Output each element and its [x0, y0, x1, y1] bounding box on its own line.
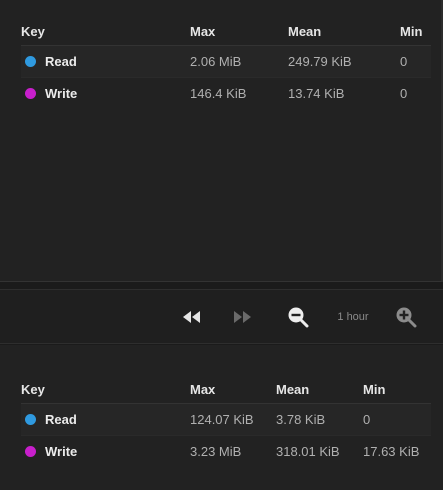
bottom-graph-panel: Key Max Mean Min Read 124.07 KiB 3.78 Ki… [0, 345, 443, 490]
mean-value: 3.78 KiB [276, 403, 363, 436]
min-value: 0 [400, 86, 408, 101]
read-color-dot [25, 56, 36, 67]
mean-value: 249.79 KiB [288, 45, 400, 78]
zoom-level-label: 1 hour [337, 311, 369, 323]
read-color-dot [25, 414, 36, 425]
zoom-in-button[interactable] [393, 304, 419, 330]
max-value: 146.4 KiB [190, 86, 247, 101]
legend-row-write[interactable]: Write 146.4 KiB 13.74 KiB 0 [21, 78, 431, 110]
legend-row-read[interactable]: Read 124.07 KiB 3.78 KiB 0 [21, 403, 431, 436]
legend-key-cell: Write [21, 78, 190, 110]
key-column-header[interactable]: Key [21, 17, 190, 46]
legend-key-label: Write [45, 86, 78, 101]
legend-row-write[interactable]: Write 3.23 MiB 318.01 KiB 17.63 KiB [21, 436, 431, 468]
write-color-dot [25, 446, 36, 457]
fast-forward-icon [234, 311, 251, 323]
rewind-button[interactable] [178, 304, 206, 330]
bottom-legend-table: Key Max Mean Min Read 124.07 KiB 3.78 Ki… [21, 375, 431, 467]
legend-key-label: Write [45, 444, 78, 459]
key-column-header[interactable]: Key [21, 375, 190, 404]
legend-key-label: Read [45, 54, 77, 69]
time-navigation-toolbar: 1 hour [0, 289, 443, 344]
min-value: 17.63 KiB [363, 444, 420, 459]
write-color-dot [25, 88, 36, 99]
zoom-out-icon [288, 307, 309, 328]
top-legend-table: Key Max Mean Min Read 2.06 MiB 249.79 Ki… [21, 17, 431, 109]
legend-key-cell: Read [21, 403, 190, 436]
legend-header-row: Key Max Mean Min [21, 17, 431, 46]
legend-row-read[interactable]: Read 2.06 MiB 249.79 KiB 0 [21, 45, 431, 78]
mean-value: 318.01 KiB [276, 444, 340, 459]
min-column-header[interactable]: Min [400, 17, 431, 46]
rewind-icon [183, 311, 200, 323]
max-column-header[interactable]: Max [190, 375, 276, 404]
max-column-header[interactable]: Max [190, 17, 288, 46]
legend-key-label: Read [45, 412, 77, 427]
legend-key-cell: Write [21, 436, 190, 468]
min-value: 0 [363, 403, 431, 436]
max-value: 124.07 KiB [190, 403, 276, 436]
legend-header-row: Key Max Mean Min [21, 375, 431, 404]
mean-column-header[interactable]: Mean [288, 17, 400, 46]
top-graph-panel: Key Max Mean Min Read 2.06 MiB 249.79 Ki… [0, 0, 443, 282]
min-value: 0 [400, 45, 431, 78]
zoom-in-icon [396, 307, 417, 328]
zoom-out-button[interactable] [285, 304, 311, 330]
mean-column-header[interactable]: Mean [276, 375, 363, 404]
fast-forward-button[interactable] [228, 304, 256, 330]
min-column-header[interactable]: Min [363, 375, 431, 404]
mean-value: 13.74 KiB [288, 86, 345, 101]
max-value: 3.23 MiB [190, 444, 242, 459]
max-value: 2.06 MiB [190, 45, 288, 78]
legend-key-cell: Read [21, 45, 190, 78]
